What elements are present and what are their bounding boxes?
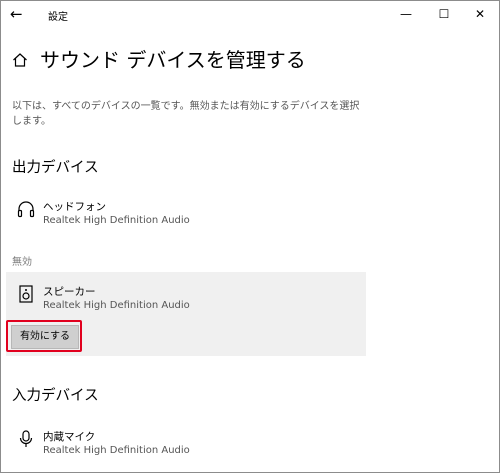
headphones-name[interactable]: ヘッドフォン [43, 199, 106, 214]
page-description: 以下は、すべてのデバイスの一覧です。無効または有効にするデバイスを選択します。 [12, 101, 360, 127]
input-devices-heading: 入力デバイス [12, 388, 99, 404]
page-title: サウンド デバイスを管理する [40, 48, 306, 72]
minimize-button[interactable]: — [391, 4, 421, 24]
back-arrow-icon[interactable]: ← [10, 5, 30, 23]
speaker-driver: Realtek High Definition Audio [43, 300, 190, 311]
speaker-name: スピーカー [43, 286, 96, 298]
headphones-driver: Realtek High Definition Audio [43, 215, 190, 226]
microphone-icon [19, 430, 33, 447]
home-icon[interactable] [12, 52, 28, 68]
microphone-driver: Realtek High Definition Audio [43, 445, 190, 456]
maximize-button[interactable]: ☐ [429, 4, 459, 24]
headphones-icon [17, 201, 35, 218]
output-devices-heading: 出力デバイス [12, 160, 99, 176]
enable-button[interactable]: 有効にする [11, 325, 79, 349]
window-title: 設定 [48, 12, 68, 23]
speaker-icon [19, 285, 33, 303]
disabled-devices-label: 無効 [12, 257, 32, 268]
title-bar: ← 設定 — ☐ ✕ [0, 0, 500, 30]
close-button[interactable]: ✕ [465, 4, 495, 24]
microphone-name[interactable]: 内蔵マイク [43, 429, 95, 444]
